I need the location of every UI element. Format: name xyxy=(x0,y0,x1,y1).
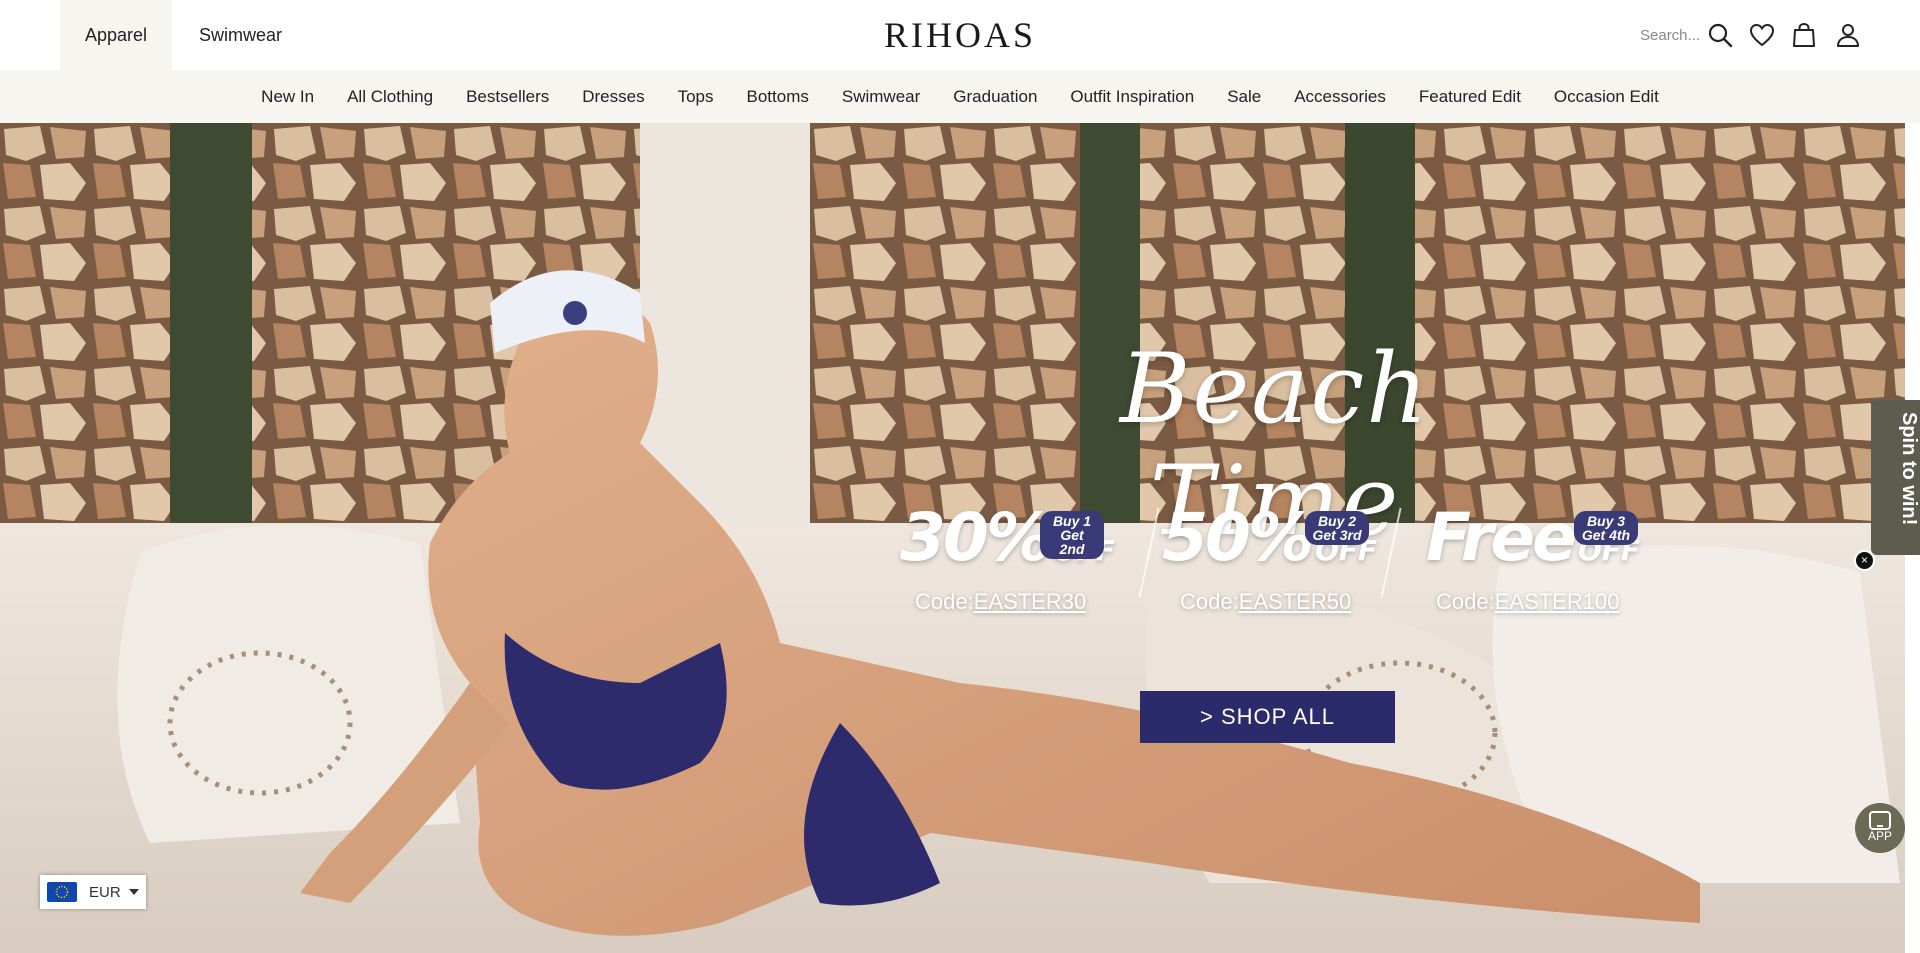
nav-item-occasion-edit[interactable]: Occasion Edit xyxy=(1554,87,1659,107)
offer-1-value: 30% xyxy=(900,499,1052,576)
top-header: Apparel Swimwear RIHOAS xyxy=(0,0,1920,70)
nav-item-bestsellers[interactable]: Bestsellers xyxy=(466,87,549,107)
offer-1: 30%OFF Buy 1 Get 2nd Code:EASTER30 xyxy=(900,499,1115,615)
site-logo[interactable]: RIHOAS xyxy=(884,15,1036,55)
offer-1-badge-line1: Buy 1 xyxy=(1052,513,1092,529)
offer-3-badge-line2: Get 4th xyxy=(1581,527,1631,543)
offer-2-code-value[interactable]: EASTER50 xyxy=(1239,589,1352,614)
spin-to-win-tab[interactable]: Spin to win! xyxy=(1871,400,1920,555)
tab-swimwear[interactable]: Swimwear xyxy=(174,0,307,70)
nav-item-all-clothing[interactable]: All Clothing xyxy=(347,87,433,107)
search-box[interactable] xyxy=(1640,22,1702,48)
nav-item-dresses[interactable]: Dresses xyxy=(582,87,644,107)
offer-2-code: Code:EASTER50 xyxy=(1180,589,1351,615)
heart-icon[interactable] xyxy=(1748,21,1776,49)
search-input[interactable] xyxy=(1640,26,1702,44)
nav-item-swimwear[interactable]: Swimwear xyxy=(842,87,920,107)
nav-item-featured-edit[interactable]: Featured Edit xyxy=(1419,87,1521,107)
main-nav: New In All Clothing Bestsellers Dresses … xyxy=(0,70,1920,123)
nav-item-accessories[interactable]: Accessories xyxy=(1294,87,1386,107)
offer-2-value: 50% xyxy=(1162,499,1314,576)
offer-3: Free OFF Buy 3 Get 4th Code:EASTER100 xyxy=(1426,499,1640,615)
offer-2-code-prefix: Code: xyxy=(1180,589,1239,614)
offer-1-code-value[interactable]: EASTER30 xyxy=(974,589,1087,614)
offer-3-value: Free xyxy=(1426,499,1577,576)
nav-item-new-in[interactable]: New In xyxy=(261,87,314,107)
nav-item-bottoms[interactable]: Bottoms xyxy=(747,87,809,107)
close-icon[interactable]: × xyxy=(1854,550,1875,571)
offer-3-code-prefix: Code: xyxy=(1436,589,1495,614)
user-icon[interactable] xyxy=(1834,21,1862,49)
offer-1-code: Code:EASTER30 xyxy=(915,589,1086,615)
nav-item-tops[interactable]: Tops xyxy=(678,87,714,107)
shop-all-button[interactable]: > SHOP ALL xyxy=(1140,691,1395,743)
currency-code: EUR xyxy=(89,883,121,901)
offer-3-code: Code:EASTER100 xyxy=(1436,589,1619,615)
app-download-button[interactable]: APP xyxy=(1855,803,1905,853)
offer-1-badge: Buy 1 Get 2nd xyxy=(1040,511,1104,559)
offer-3-badge: Buy 3 Get 4th xyxy=(1574,511,1638,545)
eu-flag-icon xyxy=(47,882,77,902)
offer-3-code-value[interactable]: EASTER100 xyxy=(1495,589,1620,614)
offer-2-badge-line2: Get 3rd xyxy=(1312,527,1362,543)
nav-item-sale[interactable]: Sale xyxy=(1227,87,1261,107)
nav-list: New In All Clothing Bestsellers Dresses … xyxy=(0,70,1920,123)
chevron-down-icon xyxy=(128,889,139,895)
nav-item-outfit-inspiration[interactable]: Outfit Inspiration xyxy=(1070,87,1194,107)
tab-apparel[interactable]: Apparel xyxy=(60,0,173,70)
offer-1-code-prefix: Code: xyxy=(915,589,974,614)
offer-2-badge-line1: Buy 2 xyxy=(1317,513,1357,529)
offer-2-badge: Buy 2 Get 3rd xyxy=(1305,511,1369,545)
currency-selector[interactable]: EUR xyxy=(40,875,146,909)
nav-item-graduation[interactable]: Graduation xyxy=(953,87,1037,107)
offer-2: 50% OFF Buy 2 Get 3rd Code:EASTER50 xyxy=(1162,499,1377,615)
phone-icon xyxy=(1869,811,1891,830)
hero-banner[interactable]: Beach Time 30%OFF Buy 1 Get 2nd Code:EAS… xyxy=(0,123,1905,953)
offer-3-badge-line1: Buy 3 xyxy=(1586,513,1626,529)
spin-to-win-label: Spin to win! xyxy=(1898,412,1920,526)
shopping-bag-icon[interactable] xyxy=(1790,21,1818,49)
offer-1-badge-line2: Get 2nd xyxy=(1059,527,1085,557)
app-label: APP xyxy=(1867,829,1892,843)
search-icon[interactable] xyxy=(1706,21,1734,49)
